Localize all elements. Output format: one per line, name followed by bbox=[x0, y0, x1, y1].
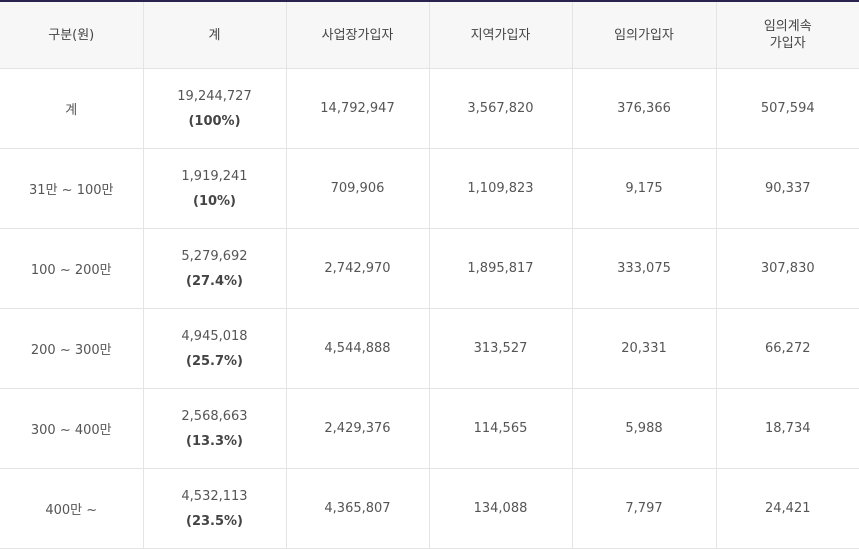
cell-voluntary-continued: 66,272 bbox=[716, 308, 859, 389]
table-row: 300 ~ 400만 2,568,663 (13.3%) 2,429,376 1… bbox=[0, 388, 859, 469]
cell-total: 4,945,018 (25.7%) bbox=[143, 308, 287, 389]
cell-workplace: 4,544,888 bbox=[286, 308, 430, 389]
cell-total-percent: (23.5%) bbox=[186, 513, 243, 529]
table-row: 200 ~ 300만 4,945,018 (25.7%) 4,544,888 3… bbox=[0, 308, 859, 389]
cell-voluntary: 7,797 bbox=[572, 468, 717, 549]
cell-voluntary: 333,075 bbox=[572, 228, 717, 309]
cell-total-percent: (27.4%) bbox=[186, 273, 243, 289]
cell-total-percent: (10%) bbox=[193, 193, 236, 209]
cell-regional: 134,088 bbox=[429, 468, 573, 549]
cell-regional: 114,565 bbox=[429, 388, 573, 469]
table-row: 31만 ~ 100만 1,919,241 (10%) 709,906 1,109… bbox=[0, 148, 859, 229]
cell-regional: 1,895,817 bbox=[429, 228, 573, 309]
cell-category: 계 bbox=[0, 68, 144, 149]
header-regional: 지역가입자 bbox=[429, 2, 573, 69]
cell-voluntary-continued: 90,337 bbox=[716, 148, 859, 229]
cell-voluntary: 5,988 bbox=[572, 388, 717, 469]
cell-total-amount: 4,532,113 bbox=[181, 488, 248, 504]
subscriber-income-table: 구분(원) 계 사업장가입자 지역가입자 임의가입자 임의계속 가입자 계 19… bbox=[0, 2, 859, 549]
cell-workplace: 2,742,970 bbox=[286, 228, 430, 309]
cell-total: 5,279,692 (27.4%) bbox=[143, 228, 287, 309]
header-voluntary: 임의가입자 bbox=[572, 2, 717, 69]
cell-regional: 313,527 bbox=[429, 308, 573, 389]
cell-total-percent: (13.3%) bbox=[186, 433, 243, 449]
cell-voluntary-continued: 507,594 bbox=[716, 68, 859, 149]
cell-workplace: 14,792,947 bbox=[286, 68, 430, 149]
cell-category: 300 ~ 400만 bbox=[0, 388, 144, 469]
cell-total-amount: 19,244,727 bbox=[177, 88, 252, 104]
cell-category: 200 ~ 300만 bbox=[0, 308, 144, 389]
table-header-row: 구분(원) 계 사업장가입자 지역가입자 임의가입자 임의계속 가입자 bbox=[0, 2, 859, 69]
header-category: 구분(원) bbox=[0, 2, 144, 69]
cell-total: 1,919,241 (10%) bbox=[143, 148, 287, 229]
cell-total: 4,532,113 (23.5%) bbox=[143, 468, 287, 549]
cell-category: 400만 ~ bbox=[0, 468, 144, 549]
cell-total-percent: (25.7%) bbox=[186, 353, 243, 369]
cell-voluntary-continued: 24,421 bbox=[716, 468, 859, 549]
cell-total-amount: 5,279,692 bbox=[181, 248, 248, 264]
cell-voluntary-continued: 18,734 bbox=[716, 388, 859, 469]
cell-regional: 3,567,820 bbox=[429, 68, 573, 149]
cell-total: 19,244,727 (100%) bbox=[143, 68, 287, 149]
table-row: 100 ~ 200만 5,279,692 (27.4%) 2,742,970 1… bbox=[0, 228, 859, 309]
cell-regional: 1,109,823 bbox=[429, 148, 573, 229]
cell-workplace: 709,906 bbox=[286, 148, 430, 229]
cell-voluntary-continued: 307,830 bbox=[716, 228, 859, 309]
cell-total-percent: (100%) bbox=[188, 113, 241, 129]
cell-total-amount: 2,568,663 bbox=[181, 408, 248, 424]
header-total: 계 bbox=[143, 2, 287, 69]
table-row: 계 19,244,727 (100%) 14,792,947 3,567,820… bbox=[0, 68, 859, 149]
cell-total: 2,568,663 (13.3%) bbox=[143, 388, 287, 469]
header-workplace: 사업장가입자 bbox=[286, 2, 430, 69]
cell-category: 100 ~ 200만 bbox=[0, 228, 144, 309]
cell-voluntary: 20,331 bbox=[572, 308, 717, 389]
table-row: 400만 ~ 4,532,113 (23.5%) 4,365,807 134,0… bbox=[0, 468, 859, 549]
cell-voluntary: 9,175 bbox=[572, 148, 717, 229]
cell-voluntary: 376,366 bbox=[572, 68, 717, 149]
cell-total-amount: 1,919,241 bbox=[181, 168, 248, 184]
cell-total-amount: 4,945,018 bbox=[181, 328, 248, 344]
header-voluntary-continued: 임의계속 가입자 bbox=[716, 2, 859, 69]
cell-workplace: 2,429,376 bbox=[286, 388, 430, 469]
subscriber-table-container: 구분(원) 계 사업장가입자 지역가입자 임의가입자 임의계속 가입자 계 19… bbox=[0, 0, 859, 549]
cell-category: 31만 ~ 100만 bbox=[0, 148, 144, 229]
cell-workplace: 4,365,807 bbox=[286, 468, 430, 549]
